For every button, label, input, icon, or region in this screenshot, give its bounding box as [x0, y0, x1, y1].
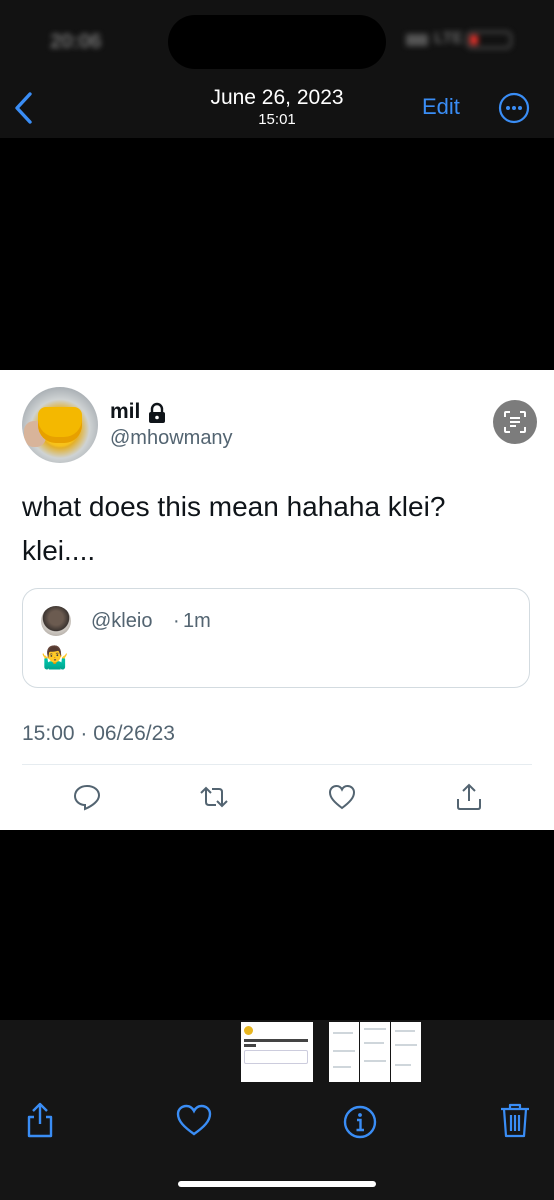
lock-icon — [149, 402, 165, 423]
photo-time: 15:01 — [258, 111, 296, 128]
quoted-handle: @kleio — [91, 610, 153, 632]
reply-icon — [73, 784, 101, 811]
tweet-timestamp: 15:00 · 06/26/23 — [22, 722, 175, 745]
thumbnail[interactable] — [391, 1022, 421, 1082]
divider — [22, 764, 532, 765]
retweet-icon — [200, 786, 228, 808]
quoted-avatar — [41, 606, 71, 636]
share-icon[interactable] — [20, 1100, 60, 1140]
quoted-separator: · — [173, 610, 180, 632]
user-handle: @mhowmany — [110, 427, 233, 449]
like-icon — [328, 784, 356, 810]
quoted-body: 🤷‍♂️ — [41, 645, 69, 670]
heart-icon[interactable] — [174, 1100, 214, 1140]
thumbnail[interactable] — [329, 1022, 359, 1082]
tweet-card: mil @mhowmany what does this mean hahaha… — [0, 370, 554, 830]
thumbnail-current[interactable] — [241, 1022, 313, 1082]
home-indicator[interactable] — [178, 1181, 376, 1187]
photo-date: June 26, 2023 — [210, 86, 344, 109]
display-name: mil — [110, 400, 141, 423]
status-indicators: LTE — [406, 30, 516, 50]
quoted-tweet: @kleio · 1m 🤷‍♂️ — [22, 588, 530, 688]
battery-icon — [466, 31, 512, 49]
edit-button[interactable]: Edit — [422, 94, 460, 120]
lte-label: LTE — [434, 30, 464, 47]
trash-icon[interactable] — [495, 1100, 535, 1140]
live-text-icon — [504, 411, 526, 433]
tweet-text: what does this mean hahaha klei? klei...… — [22, 491, 446, 566]
status-time: 20:06 — [50, 30, 102, 53]
share-icon — [457, 783, 481, 810]
dynamic-island — [168, 15, 386, 69]
more-options-icon[interactable] — [498, 92, 530, 124]
thumbnail[interactable] — [360, 1022, 390, 1082]
info-icon[interactable] — [340, 1100, 380, 1140]
quoted-age: 1m — [183, 610, 211, 632]
live-text-button[interactable] — [493, 400, 537, 444]
avatar — [22, 387, 98, 463]
signal-icon — [406, 34, 428, 46]
